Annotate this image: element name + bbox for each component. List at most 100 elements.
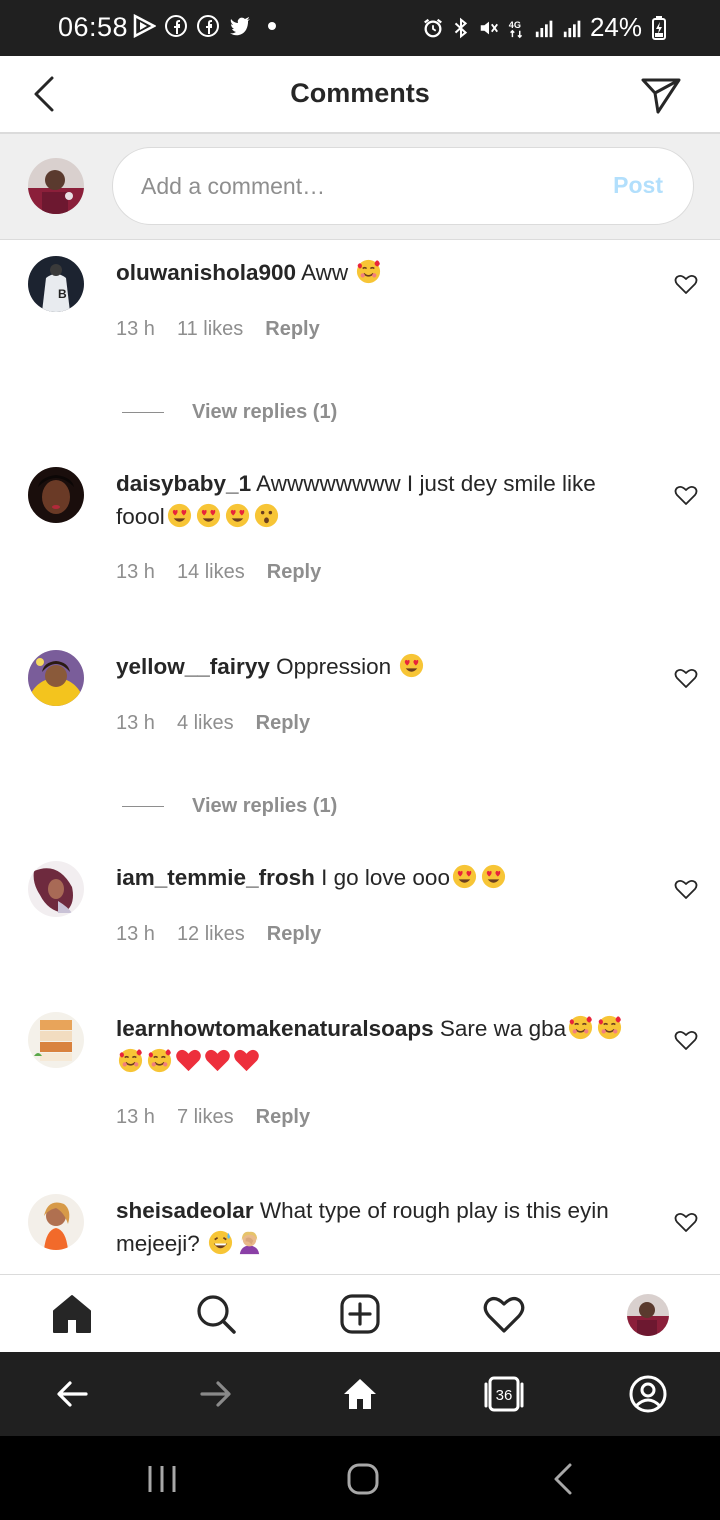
view-replies-label: View replies (1) [192,400,338,423]
like-comment-heart-icon[interactable] [674,667,698,689]
svg-text:4G: 4G [509,20,521,30]
comment-likes[interactable]: 7 likes [177,1106,234,1129]
system-navigation-bar [0,1436,720,1520]
search-icon[interactable] [195,1293,237,1335]
comment-likes[interactable]: 14 likes [177,561,245,584]
comment-time: 13 h [116,561,155,583]
comment-text: yellow__fairyy Oppression [116,650,650,683]
heart-eyes-emoji [400,653,424,678]
comment-time: 13 h [116,1106,155,1128]
back-arrow-icon[interactable] [52,1374,92,1414]
svg-text:B: B [58,287,67,301]
comment-time: 13 h [116,712,155,734]
avatar[interactable] [28,861,84,917]
notification-icons [132,14,284,38]
comment-username[interactable]: daisybaby_1 [116,471,251,496]
signal-icon [562,16,584,40]
comment-meta: 13 h 7 likes Reply [116,1106,310,1129]
status-time: 06:58 [58,12,129,42]
comment-composer: Post [0,134,720,240]
home-icon[interactable] [51,1293,93,1335]
avatar[interactable] [28,467,84,523]
red-heart-emoji [176,1049,201,1072]
comment-time: 13 h [116,923,155,945]
tab-count: 36 [496,1387,513,1404]
comment-time: 13 h [116,318,155,340]
page-title: Comments [290,78,430,108]
comment-input[interactable] [141,148,581,224]
twitter-icon [228,14,252,38]
comment-username[interactable]: learnhowtomakenaturalsoaps [116,1016,434,1041]
facebook-icon [164,14,188,38]
bluetooth-icon [450,16,472,40]
comment-text: iam_temmie_frosh I go love ooo [116,861,650,894]
astonished-emoji [254,503,278,528]
comment-username[interactable]: iam_temmie_frosh [116,865,315,890]
browser-toolbar: 36 [0,1352,720,1436]
recent-apps-icon[interactable] [144,1462,180,1496]
post-button[interactable]: Post [613,172,663,199]
reply-button[interactable]: Reply [265,318,319,341]
signal-icon [534,16,556,40]
comment-meta: 13 h 12 likes Reply [116,923,321,946]
reply-button[interactable]: Reply [267,923,321,946]
system-home-icon[interactable] [345,1462,381,1496]
profile-avatar[interactable] [627,1294,669,1336]
heart-eyes-emoji [452,864,477,889]
facebook-icon [196,14,220,38]
reply-button[interactable]: Reply [256,712,310,735]
comment-likes[interactable]: 11 likes [177,318,243,341]
comment-username[interactable]: sheisadeolar [116,1198,254,1223]
system-status-icons: 4G 24% [422,12,670,43]
smiling-hearts-emoji [598,1015,622,1040]
avatar[interactable] [28,650,84,706]
comment-text: daisybaby_1 Awwwwwwww I just dey smile l… [116,467,650,533]
avatar[interactable]: B [28,256,84,312]
like-comment-heart-icon[interactable] [674,484,698,506]
status-bar: 06:58 4G 24% [0,0,720,56]
dot-icon [260,14,284,38]
comment-likes[interactable]: 4 likes [177,712,234,735]
reply-button[interactable]: Reply [267,561,321,584]
red-heart-emoji [205,1049,230,1072]
like-comment-heart-icon[interactable] [674,273,698,295]
smiling-hearts-emoji [147,1048,172,1073]
like-comment-heart-icon[interactable] [674,1029,698,1051]
comment-likes[interactable]: 12 likes [177,923,245,946]
comment-username[interactable]: oluwanishola900 [116,260,296,285]
comment-meta: 13 h 4 likes Reply [116,712,310,735]
forward-arrow-icon [196,1374,236,1414]
share-direct-button[interactable] [640,74,682,116]
heart-eyes-emoji [196,503,220,528]
system-back-icon[interactable] [546,1462,582,1496]
comment-text: sheisadeolar What type of rough play is … [116,1194,650,1260]
my-avatar [28,158,84,214]
account-icon[interactable] [628,1374,668,1414]
new-post-icon[interactable] [339,1293,381,1335]
like-comment-heart-icon[interactable] [674,878,698,900]
tabs-icon[interactable]: 36 [484,1374,524,1414]
view-replies-button[interactable]: View replies (1) [122,791,422,821]
mute-icon [478,16,500,40]
view-replies-label: View replies (1) [192,794,338,817]
avatar[interactable] [28,1012,84,1068]
smiling-hearts-emoji [357,259,381,284]
activity-heart-icon[interactable] [483,1293,525,1335]
reply-button[interactable]: Reply [256,1106,310,1129]
red-heart-emoji [234,1049,259,1072]
comment-username[interactable]: yellow__fairyy [116,654,270,679]
heart-eyes-emoji [481,864,506,889]
play-icon [132,14,156,38]
home-icon[interactable] [340,1374,380,1414]
bottom-nav [0,1274,720,1352]
woman-facepalming-emoji [239,1231,260,1255]
smiling-hearts-emoji [569,1015,593,1040]
network-4g-icon: 4G [506,16,528,40]
view-replies-button[interactable]: View replies (1) [122,397,422,427]
comment-body: Aww [301,260,349,285]
grinning-sweat-emoji [208,1230,233,1255]
avatar[interactable] [28,1194,84,1250]
comment-text: learnhowtomakenaturalsoaps Sare wa gba [116,1012,650,1078]
like-comment-heart-icon[interactable] [674,1211,698,1233]
divider-line [122,411,164,413]
